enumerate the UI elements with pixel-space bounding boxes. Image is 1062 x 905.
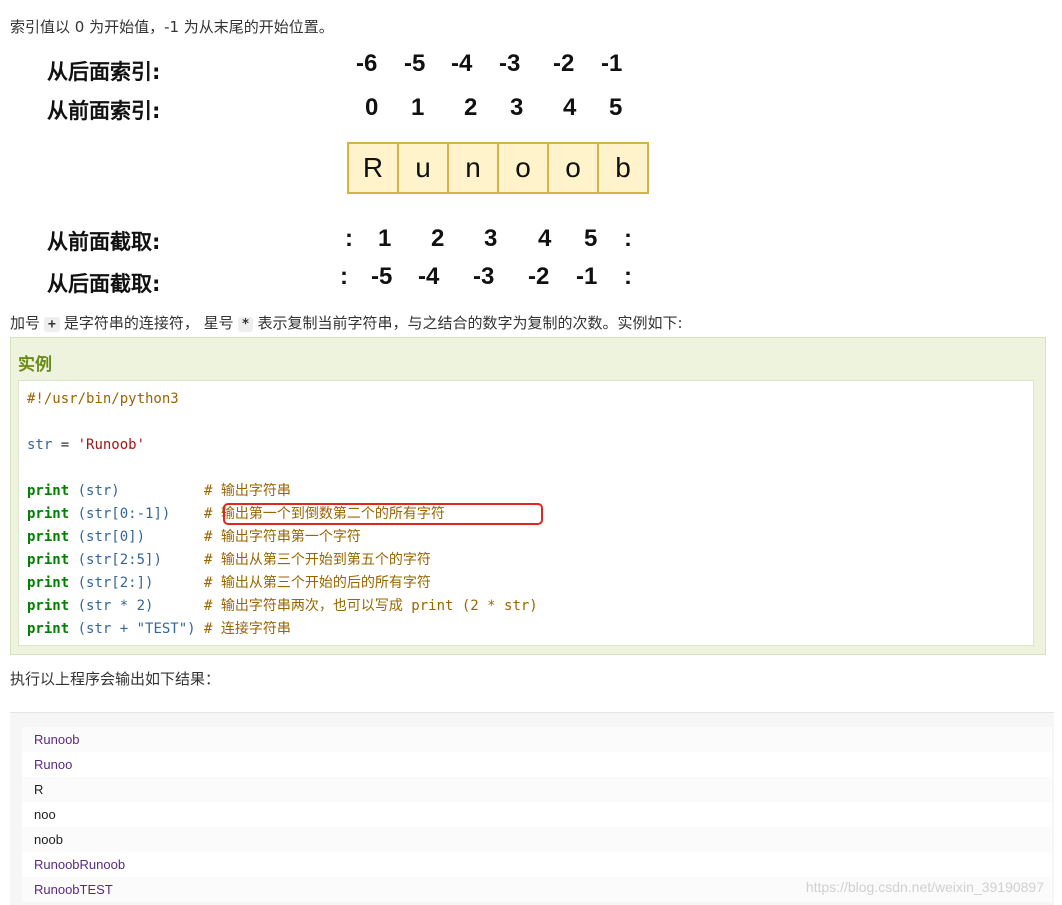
print-keyword: print bbox=[27, 506, 70, 522]
concat-text-part2: 是字符串的连接符， 星号 bbox=[63, 314, 234, 332]
output-block: Runoob Runoo R noo noob RunoobRunoob Run… bbox=[10, 712, 1054, 905]
concat-text-part3: 表示复制当前字符串，与之结合的数字为复制的次数。实例如下: bbox=[257, 314, 683, 332]
print-keyword: print bbox=[27, 598, 70, 614]
print-arg: (str[0:-1]) bbox=[69, 506, 205, 522]
back-slice-5: -1 bbox=[576, 263, 598, 290]
front-slice-5: 5 bbox=[584, 225, 598, 252]
label-from-back-slice: 从后面截取: bbox=[47, 272, 161, 296]
assign-val: 'Runoob' bbox=[77, 437, 146, 453]
star-operator-code: * bbox=[237, 317, 254, 332]
print-arg: (str[2:]) bbox=[69, 575, 205, 591]
back-slice-2: -4 bbox=[418, 263, 440, 290]
plus-operator-code: + bbox=[44, 317, 60, 332]
print-keyword: print bbox=[27, 529, 70, 545]
code-line: print (str[2:]) # 输出从第三个开始的后的所有字符 bbox=[27, 573, 431, 593]
output-line: Runoob bbox=[22, 727, 1052, 752]
print-keyword: print bbox=[27, 483, 70, 499]
code-comment: # 输出字符串第一个字符 bbox=[204, 529, 361, 545]
back-index-0: -6 bbox=[356, 50, 378, 77]
back-index-5: -1 bbox=[601, 50, 623, 77]
letter-box: b bbox=[599, 144, 647, 192]
print-keyword: print bbox=[27, 621, 70, 637]
concat-description: 加号 + 是字符串的连接符， 星号 * 表示复制当前字符串，与之结合的数字为复制的次数。… bbox=[10, 312, 683, 333]
code-comment: # 输出从第三个开始到第五个的字符 bbox=[204, 552, 431, 568]
output-line: R bbox=[22, 777, 1052, 802]
code-block: #!/usr/bin/python3 str = 'Runoob' print … bbox=[18, 380, 1034, 646]
letter-box: u bbox=[399, 144, 449, 192]
back-index-2: -4 bbox=[451, 50, 473, 77]
back-slice-6: : bbox=[624, 263, 632, 290]
code-line: print (str + "TEST") # 连接字符串 bbox=[27, 619, 291, 639]
back-slice-0: : bbox=[340, 263, 348, 290]
code-shebang: #!/usr/bin/python3 bbox=[27, 389, 179, 409]
print-arg: (str[0]) bbox=[69, 529, 205, 545]
code-comment: # 连接字符串 bbox=[204, 621, 291, 637]
code-assign-line: str = 'Runoob' bbox=[27, 435, 145, 455]
example-title: 实例 bbox=[18, 355, 52, 375]
back-slice-1: -5 bbox=[371, 263, 393, 290]
front-index-0: 0 bbox=[365, 94, 379, 121]
intro-text: 索引值以 0 为开始值，-1 为从末尾的开始位置。 bbox=[10, 18, 334, 36]
code-line: print (str[2:5]) # 输出从第三个开始到第五个的字符 bbox=[27, 550, 431, 570]
code-comment: # 输出从第三个开始的后的所有字符 bbox=[204, 575, 431, 591]
front-slice-3: 3 bbox=[484, 225, 498, 252]
result-intro-text: 执行以上程序会输出如下结果： bbox=[10, 670, 221, 688]
back-index-3: -3 bbox=[499, 50, 521, 77]
label-from-front-slice: 从前面截取: bbox=[47, 230, 161, 254]
example-box: 实例 #!/usr/bin/python3 str = 'Runoob' pri… bbox=[10, 337, 1046, 655]
print-arg: (str[2:5]) bbox=[69, 552, 205, 568]
code-line: print (str * 2) # 输出字符串两次，也可以写成 print (2… bbox=[27, 596, 538, 616]
front-slice-2: 2 bbox=[431, 225, 445, 252]
letter-box: R bbox=[349, 144, 399, 192]
back-slice-3: -3 bbox=[473, 263, 495, 290]
print-arg: (str + "TEST") bbox=[69, 621, 205, 637]
front-slice-6: : bbox=[624, 225, 632, 252]
watermark: https://blog.csdn.net/weixin_39190897 bbox=[805, 879, 1044, 895]
front-slice-0: : bbox=[345, 225, 353, 252]
back-index-1: -5 bbox=[404, 50, 426, 77]
output-line: noo bbox=[22, 802, 1052, 827]
output-line: RunoobRunoob bbox=[22, 852, 1052, 877]
front-slice-1: 1 bbox=[378, 225, 392, 252]
letter-box: o bbox=[499, 144, 549, 192]
front-index-3: 3 bbox=[510, 94, 524, 121]
print-keyword: print bbox=[27, 575, 70, 591]
code-comment: # 输出字符串两次，也可以写成 print (2 * str) bbox=[204, 598, 538, 614]
code-line: print (str) # 输出字符串 bbox=[27, 481, 291, 501]
code-line: print (str[0]) # 输出字符串第一个字符 bbox=[27, 527, 361, 547]
print-arg: (str * 2) bbox=[69, 598, 205, 614]
back-index-4: -2 bbox=[553, 50, 575, 77]
front-slice-4: 4 bbox=[538, 225, 552, 252]
front-index-2: 2 bbox=[464, 94, 478, 121]
front-index-4: 4 bbox=[563, 94, 577, 121]
letter-box: n bbox=[449, 144, 499, 192]
back-slice-4: -2 bbox=[528, 263, 550, 290]
letter-box: o bbox=[549, 144, 599, 192]
code-comment: # 输出字符串 bbox=[204, 483, 291, 499]
label-from-back-index: 从后面索引: bbox=[47, 60, 161, 84]
red-highlight-annotation bbox=[223, 503, 543, 525]
assign-var: str bbox=[27, 437, 53, 453]
assign-eq: = bbox=[52, 437, 78, 453]
output-line: noob bbox=[22, 827, 1052, 852]
label-from-front-index: 从前面索引: bbox=[47, 99, 161, 123]
concat-text-part1: 加号 bbox=[10, 314, 41, 332]
front-index-5: 5 bbox=[609, 94, 623, 121]
print-keyword: print bbox=[27, 552, 70, 568]
shebang-text: #!/usr/bin/python3 bbox=[27, 391, 179, 407]
output-line: Runoo bbox=[22, 752, 1052, 777]
front-index-1: 1 bbox=[411, 94, 425, 121]
print-arg: (str) bbox=[69, 483, 205, 499]
runoob-letter-boxes: R u n o o b bbox=[347, 142, 649, 194]
